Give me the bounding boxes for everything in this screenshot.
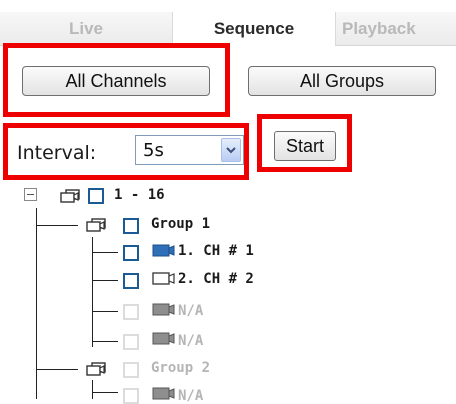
group-camera-icon xyxy=(60,189,80,203)
tree-line xyxy=(92,392,118,393)
all-channels-button[interactable]: All Channels xyxy=(22,66,210,96)
tree-line xyxy=(92,252,118,253)
tab-live[interactable]: Live xyxy=(0,12,172,46)
chevron-down-icon[interactable] xyxy=(221,138,241,162)
interval-label: Interval: xyxy=(17,142,97,164)
tab-playback[interactable]: Playback xyxy=(336,12,456,46)
tab-sequence[interactable]: Sequence xyxy=(172,12,336,46)
tree-label-na: N/A xyxy=(178,388,204,404)
ch1-checkbox[interactable] xyxy=(123,245,139,261)
camera-icon xyxy=(152,272,175,285)
all-groups-button[interactable]: All Groups xyxy=(248,66,436,96)
tree-line xyxy=(36,208,37,399)
na-checkbox xyxy=(123,304,139,320)
tree-label-ch1: 1. CH # 1 xyxy=(178,243,254,259)
tree-line xyxy=(92,311,118,312)
tree-label-na: N/A xyxy=(178,333,204,349)
group-2-checkbox xyxy=(123,362,139,378)
root-checkbox[interactable] xyxy=(88,188,104,204)
tree-line xyxy=(36,369,78,370)
group-camera-icon xyxy=(86,218,106,232)
tab-bar: Live Sequence Playback xyxy=(0,0,456,46)
camera-disabled-icon xyxy=(152,303,175,316)
tree-line xyxy=(36,225,78,226)
na-checkbox xyxy=(123,388,139,404)
collapse-icon[interactable] xyxy=(24,188,37,201)
tree-label-ch2: 2. CH # 2 xyxy=(178,271,254,287)
tree-line xyxy=(92,280,118,281)
camera-disabled-icon xyxy=(152,387,175,400)
ch2-checkbox[interactable] xyxy=(123,273,139,289)
tree-label-na: N/A xyxy=(178,303,204,319)
group-1-checkbox[interactable] xyxy=(123,218,139,234)
tree-line xyxy=(92,341,118,342)
tree-label-root: 1 - 16 xyxy=(114,187,165,203)
camera-active-icon xyxy=(152,244,175,257)
tree-label-group-1: Group 1 xyxy=(151,216,211,232)
tree-line xyxy=(92,237,93,347)
tree-line xyxy=(92,380,93,399)
camera-disabled-icon xyxy=(152,332,175,345)
na-checkbox xyxy=(123,334,139,350)
start-button[interactable]: Start xyxy=(274,131,336,161)
group-camera-icon xyxy=(86,362,106,376)
tree-label-group-2: Group 2 xyxy=(151,360,211,376)
interval-value: 5s xyxy=(143,140,164,161)
interval-select[interactable]: 5s xyxy=(135,135,244,165)
